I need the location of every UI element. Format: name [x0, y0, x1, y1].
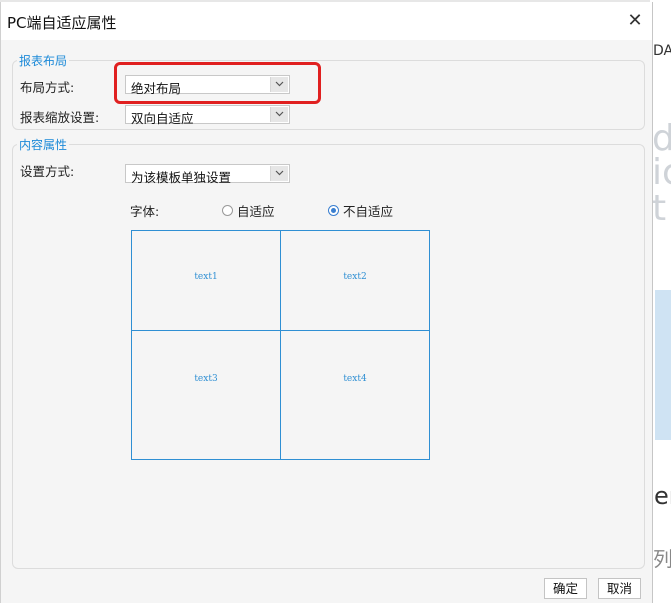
dialog-titlebar: PC端自适应属性 ✕	[1, 2, 652, 40]
preview-cell: text1	[132, 231, 281, 331]
font-label: 字体:	[130, 204, 160, 219]
background-glyph: t	[652, 188, 667, 229]
cancel-button[interactable]: 取消	[598, 578, 641, 599]
font-adaptive-label[interactable]: 自适应	[237, 201, 275, 220]
report-layout-group-title: 报表布局	[17, 52, 70, 69]
background-text-er: er	[654, 482, 671, 510]
font-not-adaptive-radio[interactable]	[328, 205, 339, 216]
font-preview-grid: text1 text2 text3 text4	[131, 230, 430, 460]
setting-mode-value: 为该模板单独设置	[131, 170, 232, 185]
setting-mode-label: 设置方式:	[20, 164, 75, 179]
preview-cell: text4	[281, 331, 429, 459]
highlight-annotation	[114, 62, 321, 104]
preview-cell-text: text1	[194, 272, 218, 282]
preview-cell: text2	[281, 231, 429, 331]
font-not-adaptive-label[interactable]: 不自适应	[343, 201, 393, 220]
preview-cell-text: text4	[343, 374, 367, 384]
dialog-title: PC端自适应属性	[7, 14, 117, 32]
background-text-da: DA	[653, 43, 671, 59]
zoom-setting-select[interactable]: 双向自适应	[125, 105, 290, 126]
background-blue-panel	[655, 290, 671, 440]
zoom-setting-value: 双向自适应	[131, 111, 194, 126]
font-adaptive-radio[interactable]	[222, 205, 233, 216]
zoom-setting-label: 报表缩放设置:	[20, 110, 100, 125]
background-text-lie: 列	[653, 547, 671, 571]
preview-cell: text3	[132, 331, 281, 459]
layout-mode-label: 布局方式:	[20, 80, 75, 95]
chevron-down-icon	[270, 166, 288, 181]
adaptive-properties-dialog: PC端自适应属性 ✕ 报表布局 布局方式: 绝对布局 报表缩放设置: 双向自适应…	[0, 2, 653, 603]
report-layout-group	[12, 60, 645, 130]
preview-cell-text: text3	[194, 374, 218, 384]
preview-cell-text: text2	[343, 272, 367, 282]
background-glyph: ic	[652, 152, 671, 193]
content-properties-group-title: 内容属性	[17, 136, 70, 153]
ok-button[interactable]: 确定	[544, 578, 587, 599]
setting-mode-select[interactable]: 为该模板单独设置	[125, 164, 290, 185]
close-icon[interactable]: ✕	[623, 9, 647, 33]
chevron-down-icon	[270, 107, 288, 122]
